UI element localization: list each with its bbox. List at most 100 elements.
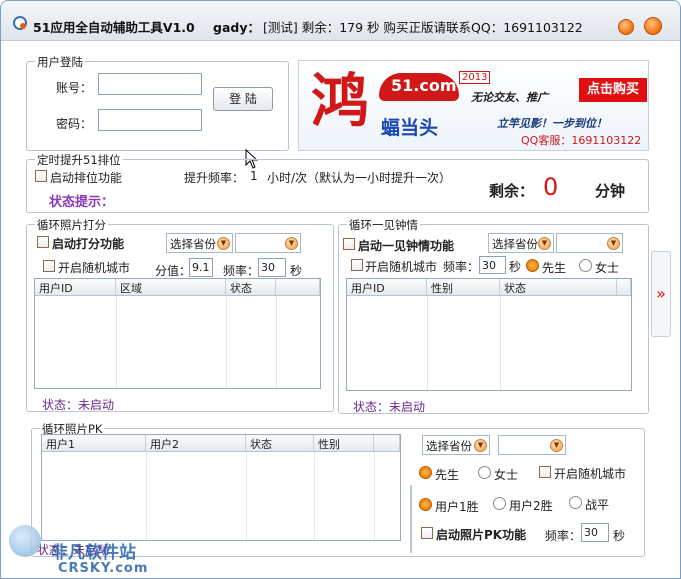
pk-rate-input[interactable]: 30 (581, 523, 609, 542)
pk-draw-label: 战平 (585, 498, 610, 512)
col-header[interactable]: 用户1 (42, 435, 146, 452)
scoring-province-select[interactable]: 选择省份 ▼ (166, 233, 233, 253)
expand-panel-button[interactable]: » (651, 251, 671, 337)
scoring-random-city-label: 开启随机城市 (58, 261, 131, 275)
col-header[interactable] (374, 435, 400, 452)
pk-province-select[interactable]: 选择省份 ▼ (422, 435, 490, 455)
col-header[interactable]: 性别 (314, 435, 374, 452)
love-female-label: 女士 (595, 261, 620, 275)
pk-male-radio[interactable] (419, 466, 432, 479)
col-header[interactable]: 状态 (246, 435, 314, 452)
pk-female-label: 女士 (494, 468, 519, 482)
pk-city-select[interactable]: ▼ (498, 435, 566, 455)
col-header[interactable]: 状态 (500, 279, 617, 296)
col-header[interactable]: 用户ID (347, 279, 427, 296)
ranking-enable-label: 启动排位功能 (50, 171, 123, 185)
password-label: 密码： (56, 117, 93, 131)
love-province-text: 选择省份 (492, 237, 538, 251)
banner-site: 51.com (391, 76, 457, 95)
pk-male-label: 先生 (435, 468, 460, 482)
banner-big-char: 鸿 (311, 67, 370, 135)
pk-user2-win-radio[interactable] (493, 497, 506, 510)
ranking-group-title: 定时提升51排位 (35, 152, 123, 168)
freq-label: 提升频率： (184, 171, 245, 185)
pk-province-text: 选择省份 (426, 439, 472, 453)
love-female-radio[interactable] (579, 259, 592, 272)
love-rate-input[interactable]: 30 (479, 256, 506, 274)
scoring-enable-label: 启动打分功能 (52, 237, 125, 251)
app-title: 51应用全自动辅助工具V1.0 (33, 20, 195, 35)
banner-slogan1: 无论交友、推广 (471, 91, 548, 104)
col-header[interactable] (617, 279, 631, 296)
scoring-province-text: 选择省份 (170, 237, 216, 251)
love-city-select[interactable]: ▼ (556, 233, 623, 253)
login-button[interactable]: 登 陆 (213, 87, 273, 111)
pk-options-box (410, 485, 412, 553)
pk-user2-win-label: 用户2胜 (509, 499, 553, 513)
banner-qq: QQ客服：1691103122 (521, 134, 642, 147)
love-random-city-checkbox[interactable] (351, 259, 363, 271)
love-table[interactable]: 用户ID 性别 状态 (346, 278, 632, 391)
banner-slogan2: 立竿见影！一步到位！ (497, 117, 607, 130)
col-header[interactable]: 区域 (116, 279, 226, 296)
pk-user1-win-label: 用户1胜 (435, 500, 479, 514)
score-input[interactable]: 9.1 (189, 258, 213, 277)
love-male-radio[interactable] (526, 259, 539, 272)
scoring-group-title: 循环照片打分 (35, 217, 108, 233)
love-province-select[interactable]: 选择省份 ▼ (488, 233, 554, 253)
love-sec-label: 秒 (509, 260, 522, 274)
chevron-down-icon: ▼ (474, 439, 487, 452)
pk-enable-label: 启动照片PK功能 (436, 528, 527, 542)
account-label: 账号： (56, 81, 93, 95)
love-enable-checkbox[interactable] (343, 238, 355, 250)
ad-banner[interactable]: 鸿 51.com 2013 无论交友、推广 蝠当头 立竿见影！一步到位！ QQ客… (298, 60, 649, 151)
title-bar: 51应用全自动辅助工具V1.0 gady： [测试] 剩余：179 秒 购买正版… (1, 1, 680, 41)
pk-draw-radio[interactable] (569, 496, 582, 509)
scoring-city-select[interactable]: ▼ (235, 233, 301, 253)
chevron-down-icon: ▼ (607, 237, 620, 250)
col-header[interactable] (276, 279, 320, 296)
pk-sec-label: 秒 (613, 529, 626, 543)
close-button[interactable] (644, 17, 662, 35)
password-input[interactable] (98, 109, 202, 131)
account-input[interactable] (98, 73, 202, 95)
scoring-rate-input[interactable]: 30 (258, 258, 286, 277)
watermark-logo-icon (9, 525, 41, 557)
freq-value: 1 (250, 169, 258, 183)
pk-enable-checkbox[interactable] (421, 527, 433, 539)
love-random-city-label: 开启随机城市 (365, 260, 438, 274)
ranking-enable-checkbox[interactable] (35, 170, 47, 182)
pk-random-city-label: 开启随机城市 (554, 467, 627, 481)
login-group-title: 用户登陆 (35, 54, 85, 70)
score-label: 分值： (155, 264, 192, 278)
buy-button[interactable]: 点击购买 (579, 78, 647, 102)
main-window: 51应用全自动辅助工具V1.0 gady： [测试] 剩余：179 秒 购买正版… (0, 0, 681, 579)
scoring-random-city-checkbox[interactable] (43, 260, 55, 272)
banner-bat-text: 蝠当头 (381, 117, 439, 139)
minimize-button[interactable] (618, 19, 634, 35)
remain-label: 剩余： (489, 182, 535, 200)
love-male-label: 先生 (542, 261, 567, 275)
chevron-down-icon: ▼ (285, 237, 298, 250)
remain-value: 0 (543, 173, 559, 201)
love-group-title: 循环一见钟情 (347, 217, 420, 233)
pk-table[interactable]: 用户1 用户2 状态 性别 (41, 434, 401, 541)
chevron-down-icon: ▼ (550, 439, 563, 452)
banner-year: 2013 (459, 71, 491, 84)
col-header[interactable]: 性别 (427, 279, 500, 296)
col-header[interactable]: 用户ID (35, 279, 116, 296)
scoring-enable-checkbox[interactable] (37, 236, 49, 248)
pk-user1-win-radio[interactable] (419, 498, 432, 511)
chevron-down-icon: ▼ (217, 237, 230, 250)
scoring-rate-label: 频率： (223, 264, 260, 278)
trial-notice: [测试] 剩余：179 秒 购买正版请联系QQ：1691103122 (263, 20, 583, 35)
scoring-table[interactable]: 用户ID 区域 状态 (34, 278, 321, 389)
pk-female-radio[interactable] (478, 466, 491, 479)
pk-random-city-checkbox[interactable] (539, 466, 551, 478)
freq-unit: 小时/次（默认为一小时提升一次） (267, 171, 452, 185)
col-header[interactable]: 用户2 (146, 435, 246, 452)
scoring-sec-label: 秒 (290, 264, 303, 278)
love-enable-label: 启动一见钟情功能 (358, 239, 455, 253)
col-header[interactable]: 状态 (226, 279, 276, 296)
watermark-en: CRSKY.com (58, 561, 149, 576)
